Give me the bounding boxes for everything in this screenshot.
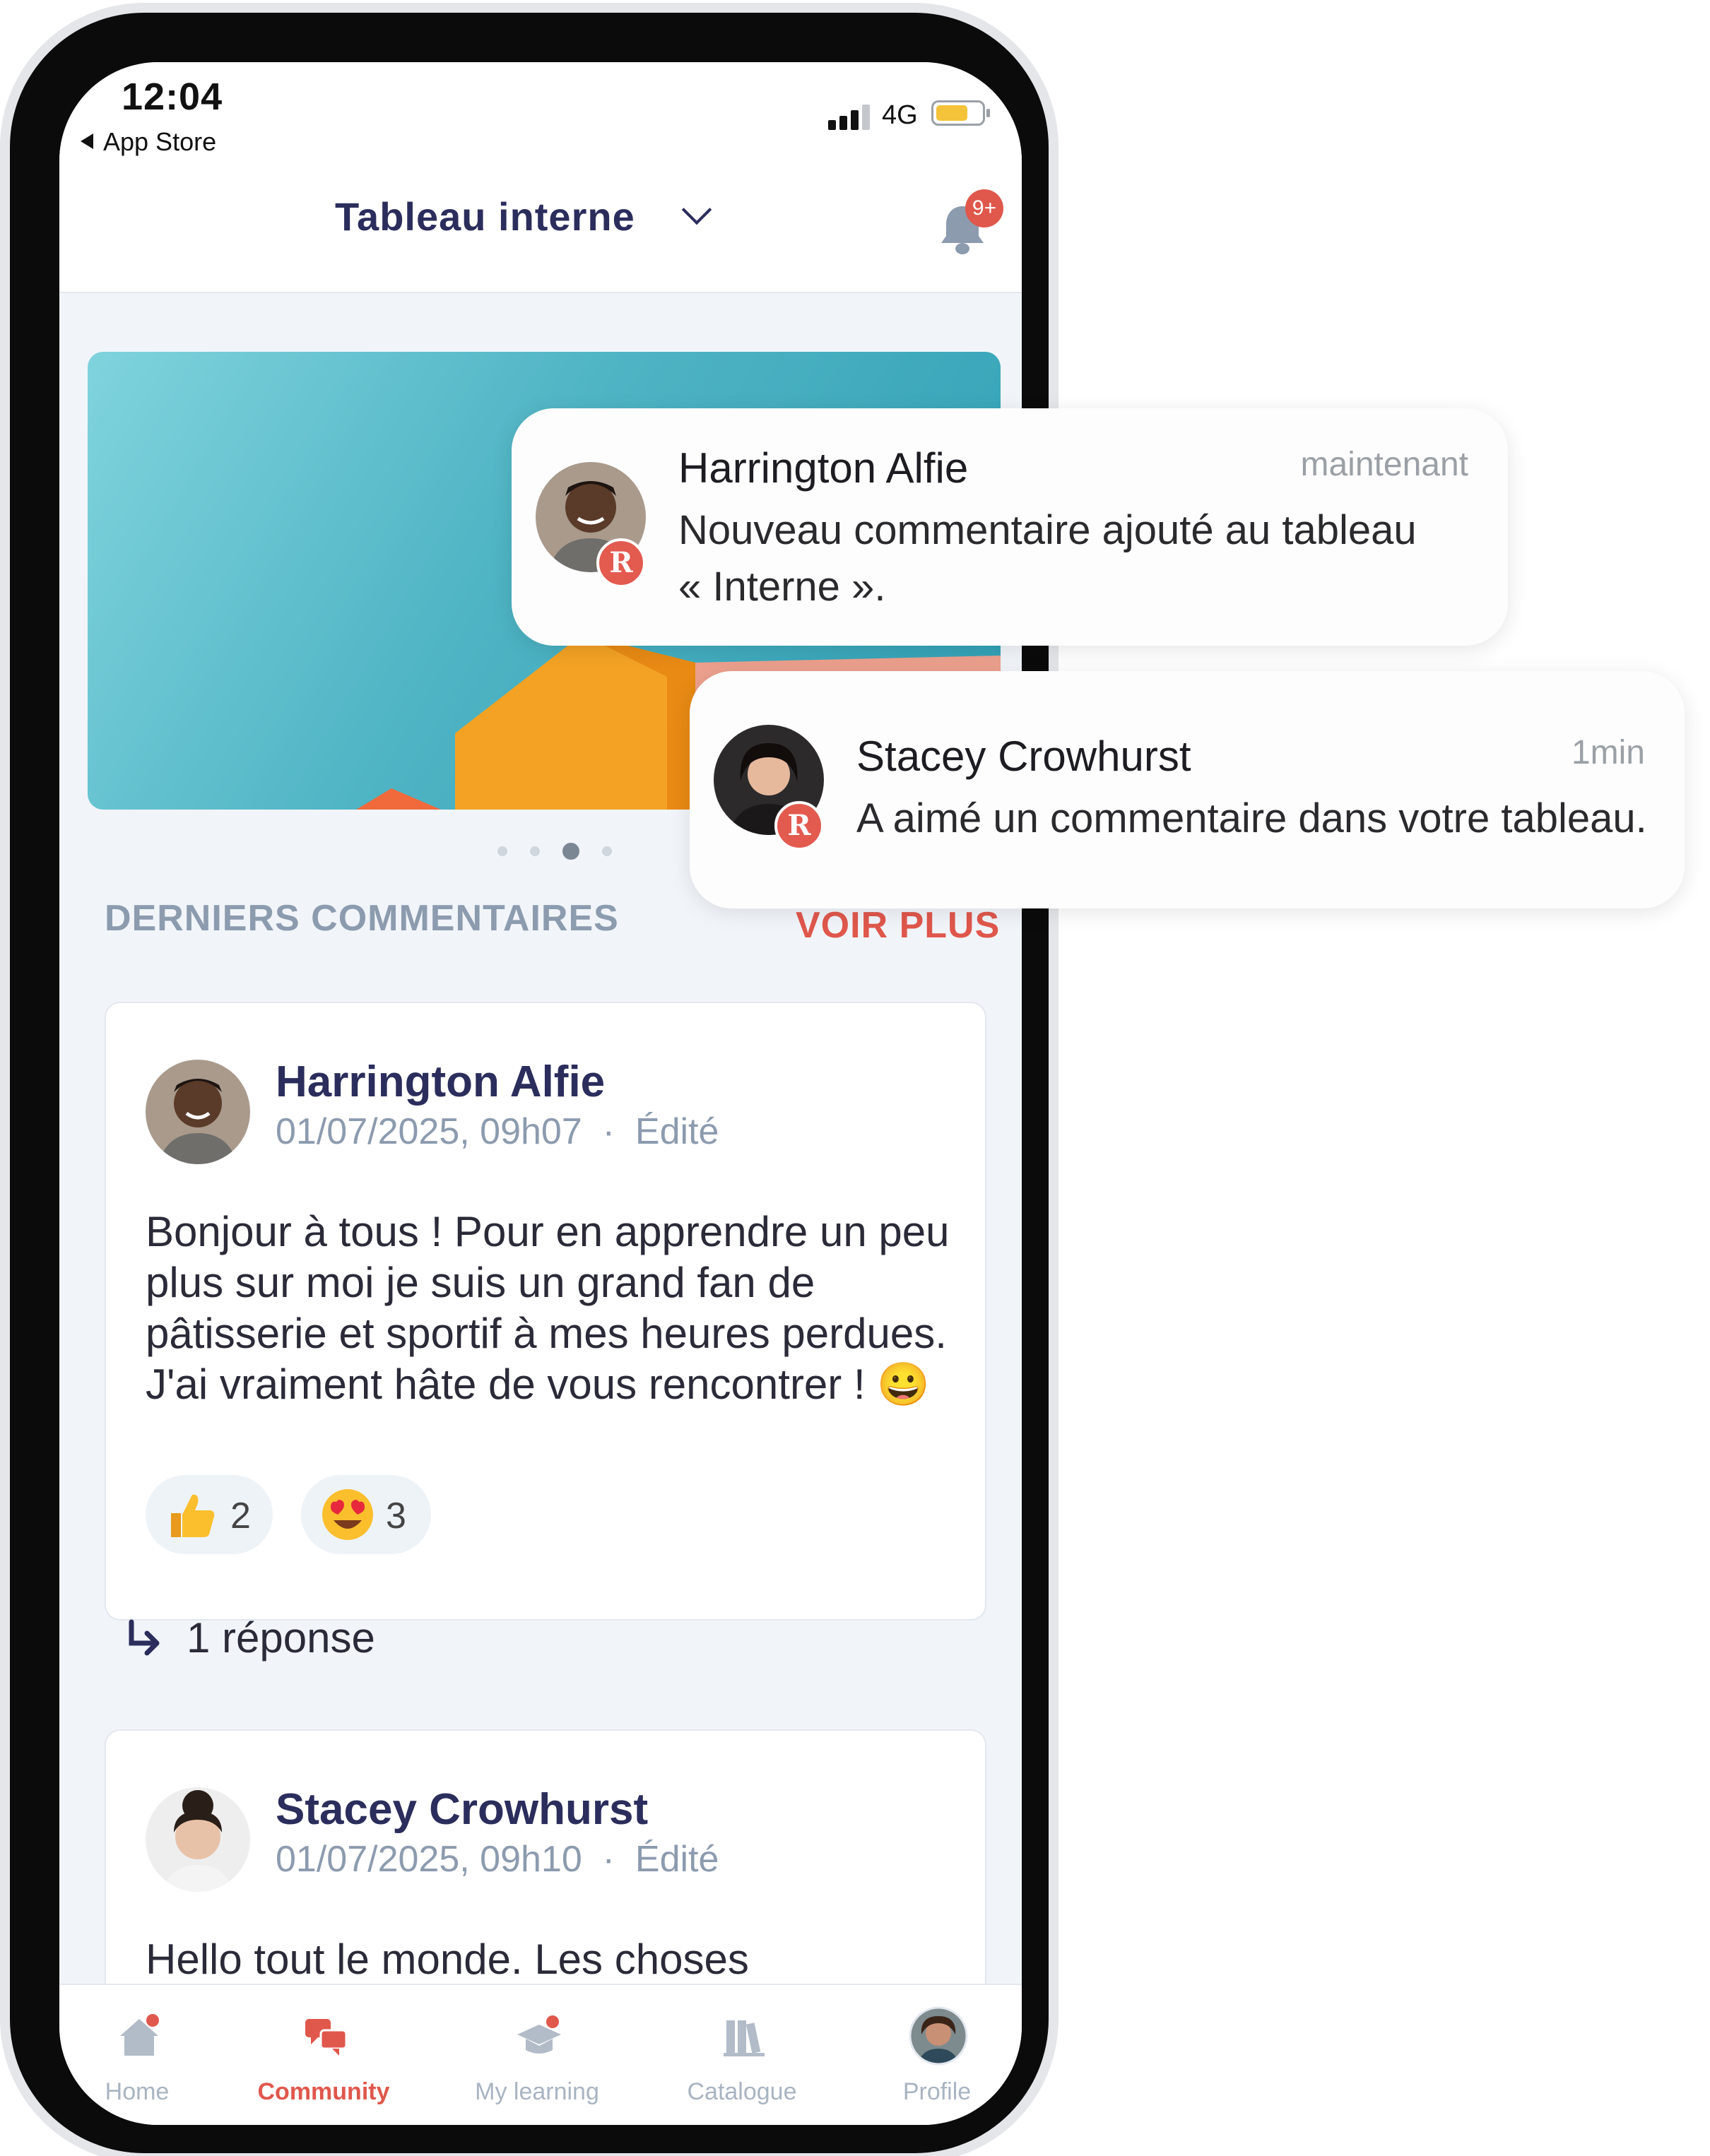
comment-body: Bonjour à tous ! Pour en apprendre un pe… bbox=[146, 1208, 950, 1408]
community-icon bbox=[305, 2019, 348, 2056]
comment-meta: 01/07/2025, 09h07 · Édité bbox=[276, 1110, 719, 1153]
comment-card[interactable]: Harrington Alfie 01/07/2025, 09h07 · Édi… bbox=[105, 1002, 986, 1621]
thumbs-up-icon bbox=[171, 1494, 215, 1537]
profile-avatar bbox=[909, 2006, 968, 2066]
notification-line: A aimé un commentaire dans votre tableau… bbox=[856, 795, 1647, 841]
carousel-dot[interactable] bbox=[497, 846, 507, 856]
notification-sender: Harrington Alfie bbox=[678, 444, 969, 492]
reaction-thumbs-up[interactable]: 2 bbox=[146, 1475, 273, 1554]
tab-community[interactable]: Community bbox=[246, 1985, 401, 2125]
status-time: 12:04 bbox=[122, 76, 223, 118]
carousel-dot-active[interactable] bbox=[562, 843, 579, 860]
comment-date: 01/07/2025, 09h10 bbox=[276, 1839, 582, 1880]
edited-label: Édité bbox=[635, 1839, 719, 1880]
tab-label: Home bbox=[105, 2078, 170, 2105]
section-title: DERNIERS COMMENTAIRES bbox=[105, 898, 619, 939]
battery-icon bbox=[931, 100, 990, 126]
reply-arrow-icon bbox=[129, 1619, 160, 1656]
tab-profile[interactable]: Profile bbox=[859, 1985, 1015, 2125]
notification-time: maintenant bbox=[1300, 446, 1469, 483]
meta-separator: · bbox=[602, 1839, 615, 1880]
tab-label: Catalogue bbox=[687, 2078, 797, 2105]
graduation-cap-icon bbox=[517, 2015, 561, 2054]
tab-catalogue[interactable]: Catalogue bbox=[664, 1985, 820, 2125]
meta-separator: · bbox=[602, 1111, 615, 1152]
notification-line: Nouveau commentaire ajouté au tableau bbox=[678, 507, 1417, 553]
comment-author[interactable]: Harrington Alfie bbox=[276, 1057, 605, 1107]
comment-date: 01/07/2025, 09h07 bbox=[276, 1111, 582, 1152]
notification-sender: Stacey Crowhurst bbox=[856, 733, 1191, 780]
comment-author[interactable]: Stacey Crowhurst bbox=[276, 1784, 648, 1835]
back-arrow-icon bbox=[81, 134, 93, 150]
author-avatar[interactable] bbox=[146, 1060, 250, 1164]
edited-label: Édité bbox=[635, 1111, 719, 1152]
comment-body: Hello tout le monde. Les choses bbox=[146, 1936, 749, 1983]
reaction-heart-eyes[interactable]: 3 bbox=[301, 1475, 431, 1554]
carousel-dot[interactable] bbox=[530, 846, 540, 856]
tab-label: Community bbox=[257, 2078, 390, 2105]
app-screen: 12:04 App Store 4G Tableau interne 9+ DE… bbox=[59, 62, 1022, 2125]
back-label: App Store bbox=[103, 127, 217, 156]
comment-meta: 01/07/2025, 09h10 · Édité bbox=[276, 1838, 719, 1880]
notification-time: 1min bbox=[1571, 734, 1645, 771]
author-avatar[interactable] bbox=[146, 1787, 250, 1892]
back-to-app-store[interactable]: App Store bbox=[81, 127, 216, 157]
carousel-dot[interactable] bbox=[602, 846, 612, 856]
reaction-count: 3 bbox=[386, 1495, 406, 1536]
tab-label: My learning bbox=[475, 2078, 599, 2105]
tab-label: Profile bbox=[902, 2078, 972, 2105]
see-more-link[interactable]: VOIR PLUS bbox=[796, 904, 1000, 947]
books-icon bbox=[724, 2020, 765, 2056]
carousel-dots[interactable] bbox=[497, 843, 635, 860]
home-icon bbox=[120, 2014, 159, 2056]
signal-icon bbox=[828, 102, 873, 130]
top-bar: 12:04 App Store 4G Tableau interne 9+ bbox=[59, 62, 1022, 293]
tab-home[interactable]: Home bbox=[59, 1985, 215, 2125]
bottom-tab-bar: Home Community My learning Catalogue Pro… bbox=[59, 1984, 1022, 2125]
reaction-count: 2 bbox=[230, 1495, 251, 1536]
notification-like[interactable]: R Stacey Crowhurst 1min A aimé un commen… bbox=[690, 671, 1685, 908]
heart-eyes-icon bbox=[322, 1489, 373, 1540]
notification-line: « Interne ». bbox=[678, 564, 886, 610]
notification-badge: 9+ bbox=[965, 189, 1003, 227]
notification-comment[interactable]: R Harrington Alfie maintenant Nouveau co… bbox=[512, 408, 1508, 646]
phone-frame: 12:04 App Store 4G Tableau interne 9+ DE… bbox=[10, 13, 1049, 2153]
network-type: 4G bbox=[882, 100, 918, 130]
chevron-down-icon[interactable] bbox=[681, 194, 712, 225]
tab-my-learning[interactable]: My learning bbox=[459, 1985, 615, 2125]
board-title[interactable]: Tableau interne bbox=[335, 194, 635, 239]
app-logo-icon: R bbox=[596, 538, 646, 588]
replies-count: 1 réponse bbox=[187, 1614, 375, 1662]
app-logo-icon: R bbox=[774, 801, 824, 851]
